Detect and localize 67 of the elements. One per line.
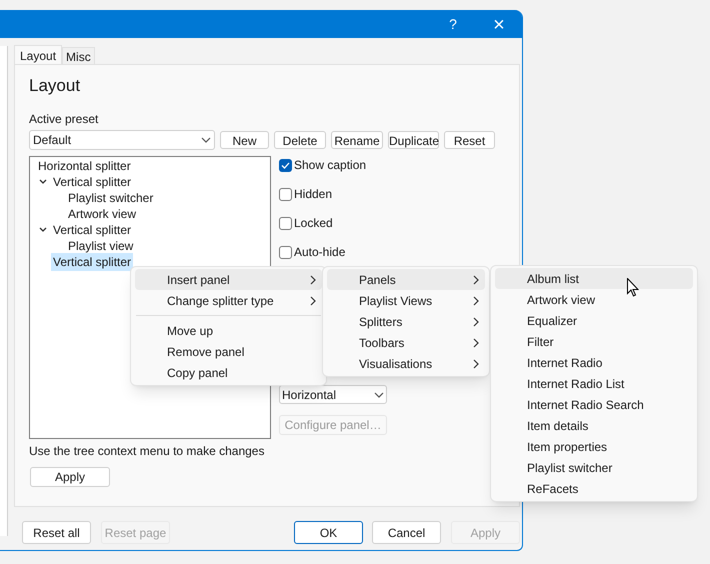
checkbox[interactable] [279, 216, 292, 230]
menu-item[interactable]: Playlist switcher [495, 457, 693, 478]
tree-item[interactable]: Playlist view [66, 237, 136, 255]
menu-item[interactable]: Panels [327, 269, 485, 290]
menu-item[interactable]: Filter [495, 331, 693, 352]
checkbox-label: Show caption [294, 157, 366, 174]
menu-item[interactable]: Internet Radio [495, 352, 693, 373]
menu-item[interactable]: Visualisations [327, 353, 485, 374]
checkbox-label: Auto-hide [294, 244, 346, 261]
apply-button[interactable]: Apply [30, 467, 110, 487]
close-button[interactable]: × [476, 10, 522, 38]
chevron-right-icon [473, 338, 479, 348]
menu-item[interactable]: Remove panel [135, 341, 322, 362]
menu-item[interactable]: Toolbars [327, 332, 485, 353]
help-button[interactable]: ? [430, 10, 476, 38]
chevron-right-icon [473, 274, 479, 284]
preset-button[interactable]: Reset [444, 131, 495, 149]
menu-item[interactable]: Copy panel [135, 362, 322, 383]
chevron-right-icon [310, 296, 316, 306]
menu-item[interactable]: Playlist Views [327, 290, 485, 311]
check-icon [281, 162, 290, 168]
orientation-dropdown[interactable]: Horizontal [279, 385, 387, 404]
mouse-cursor-icon [627, 278, 639, 297]
menu-item[interactable]: Item properties [495, 436, 693, 457]
preset-button[interactable]: New [220, 131, 269, 149]
tree-item[interactable]: Playlist switcher [66, 189, 156, 207]
hint-text: Use the tree context menu to make changes [29, 443, 266, 459]
menu-item[interactable]: Artwork view [495, 289, 693, 310]
chevron-right-icon [473, 296, 479, 306]
menu-item[interactable]: Insert panel [135, 269, 322, 290]
chevron-right-icon [310, 274, 316, 284]
checkbox[interactable] [279, 188, 292, 200]
preset-dropdown[interactable]: Default [29, 130, 215, 150]
dialog-button[interactable]: Cancel [372, 521, 441, 544]
preset-button[interactable]: Delete [274, 131, 326, 149]
dropdown-value: Horizontal [282, 386, 336, 404]
dialog-button[interactable]: OK [294, 521, 363, 544]
menu-item[interactable]: Change splitter type [135, 290, 322, 311]
chevron-down-icon [374, 392, 384, 398]
preset-button[interactable]: Rename [331, 131, 383, 149]
menu-item[interactable]: Item details [495, 415, 693, 436]
menu-item[interactable]: Internet Radio Search [495, 394, 693, 415]
checkbox[interactable] [279, 246, 292, 258]
menu-item[interactable]: Move up [135, 320, 322, 341]
tree-item[interactable]: Vertical splitter [51, 253, 134, 271]
menu-item[interactable]: Album list [495, 268, 693, 289]
checkbox-label: Locked [294, 215, 333, 232]
chevron-right-icon [473, 316, 479, 326]
tab[interactable]: Misc [62, 47, 95, 64]
checkbox-label: Hidden [294, 186, 332, 203]
preset-button[interactable]: Duplicate [388, 131, 439, 149]
menu-item[interactable]: Splitters [327, 311, 485, 332]
menu-item[interactable]: ReFacets [495, 478, 693, 499]
field-label: Active preset [29, 111, 100, 127]
tree-item[interactable]: Vertical splitter [51, 173, 134, 191]
menu-item[interactable]: Internet Radio List [495, 373, 693, 394]
page-title: Layout [29, 75, 82, 97]
chevron-right-icon [473, 358, 479, 368]
tree-item[interactable]: Artwork view [66, 205, 138, 223]
tree-item[interactable]: Vertical splitter [51, 221, 134, 239]
dropdown-value: Default [33, 132, 72, 149]
dialog-button[interactable]: Reset all [22, 521, 91, 544]
menu-item[interactable]: Equalizer [495, 310, 693, 331]
tree-item[interactable]: Horizontal splitter [36, 157, 133, 175]
tab[interactable]: Layout [14, 45, 62, 65]
checkbox[interactable] [279, 158, 292, 172]
chevron-down-icon [201, 137, 211, 143]
